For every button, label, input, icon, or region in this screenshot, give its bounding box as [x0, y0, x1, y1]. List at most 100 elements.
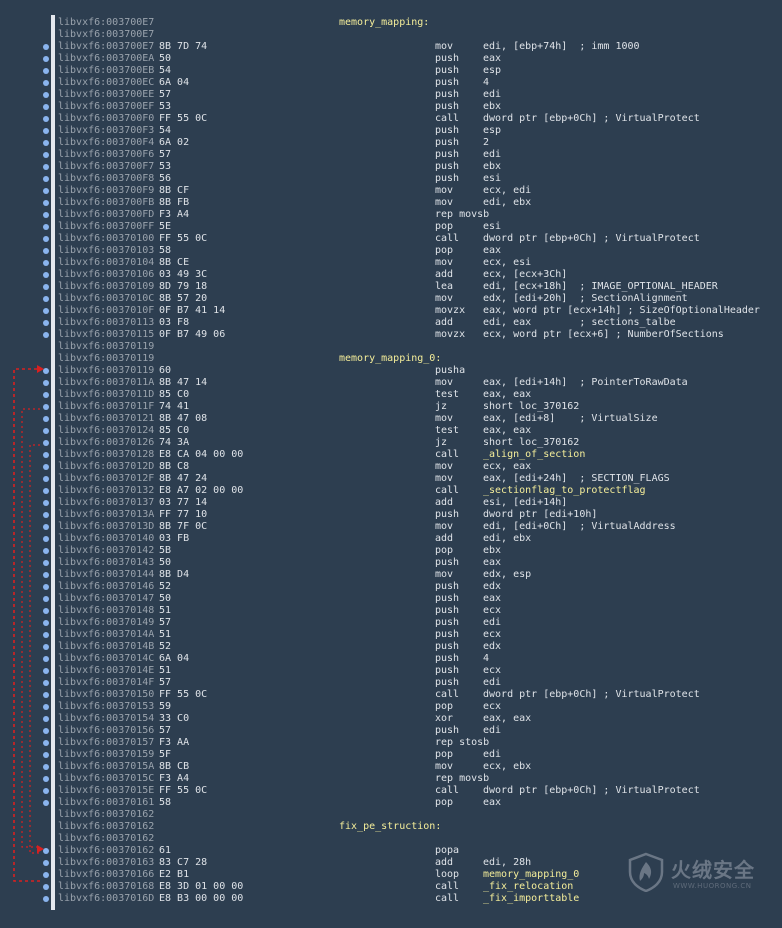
code-line[interactable]: libvxf6:003700EB 54 push esp — [0, 65, 782, 77]
breakpoint-dot-icon[interactable] — [43, 572, 49, 578]
code-line[interactable]: libvxf6:00370109 8D 79 18 lea edi, [ecx+18h… — [0, 281, 782, 293]
breakpoint-dot-icon[interactable] — [43, 212, 49, 218]
breakpoint-dot-icon[interactable] — [43, 392, 49, 398]
breakpoint-dot-icon[interactable] — [43, 224, 49, 230]
code-line[interactable]: libvxf6:00370162 — [0, 833, 782, 845]
breakpoint-dot-icon[interactable] — [43, 308, 49, 314]
breakpoint-dot-icon[interactable] — [43, 764, 49, 770]
code-line[interactable]: libvxf6:00370142 5B pop ebx — [0, 545, 782, 557]
code-line[interactable]: libvxf6:0037010F 0F B7 41 14 movzx eax, wor… — [0, 305, 782, 317]
breakpoint-dot-icon[interactable] — [43, 152, 49, 158]
breakpoint-dot-icon[interactable] — [43, 164, 49, 170]
code-line[interactable]: libvxf6:003700F9 8B CF mov ecx, edi — [0, 185, 782, 197]
breakpoint-dot-icon[interactable] — [43, 428, 49, 434]
breakpoint-dot-icon[interactable] — [43, 488, 49, 494]
code-line[interactable]: libvxf6:003700F3 54 push esp — [0, 125, 782, 137]
code-line[interactable]: libvxf6:0037010C 8B 57 20 mov edx, [edi+20h… — [0, 293, 782, 305]
code-line[interactable]: libvxf6:00370143 50 push eax — [0, 557, 782, 569]
breakpoint-dot-icon[interactable] — [43, 680, 49, 686]
code-line[interactable]: libvxf6:0037013D 8B 7F 0C mov edi, [edi+0Ch… — [0, 521, 782, 533]
breakpoint-dot-icon[interactable] — [43, 200, 49, 206]
breakpoint-dot-icon[interactable] — [43, 368, 49, 374]
breakpoint-dot-icon[interactable] — [43, 260, 49, 266]
code-line[interactable]: libvxf6:00370124 85 C0 test eax, eax — [0, 425, 782, 437]
code-line[interactable]: libvxf6:00370104 8B CE mov ecx, esi — [0, 257, 782, 269]
code-line[interactable]: libvxf6:0037014A 51 push ecx — [0, 629, 782, 641]
code-line[interactable]: libvxf6:003700E7 — [0, 29, 782, 41]
breakpoint-dot-icon[interactable] — [43, 512, 49, 518]
breakpoint-dot-icon[interactable] — [43, 44, 49, 50]
code-line[interactable]: libvxf6:003700FB 8B FB mov edi, ebx — [0, 197, 782, 209]
breakpoint-dot-icon[interactable] — [43, 788, 49, 794]
breakpoint-dot-icon[interactable] — [43, 332, 49, 338]
code-line[interactable]: libvxf6:003700F4 6A 02 push 2 — [0, 137, 782, 149]
code-line[interactable]: libvxf6:003700E7 memory_mapping: — [0, 17, 782, 29]
code-line[interactable]: libvxf6:0037014F 57 push edi — [0, 677, 782, 689]
breakpoint-dot-icon[interactable] — [43, 560, 49, 566]
breakpoint-dot-icon[interactable] — [43, 188, 49, 194]
breakpoint-dot-icon[interactable] — [43, 140, 49, 146]
breakpoint-dot-icon[interactable] — [43, 440, 49, 446]
breakpoint-dot-icon[interactable] — [43, 740, 49, 746]
breakpoint-dot-icon[interactable] — [43, 656, 49, 662]
breakpoint-dot-icon[interactable] — [43, 416, 49, 422]
breakpoint-dot-icon[interactable] — [43, 596, 49, 602]
code-line[interactable]: libvxf6:003700EC 6A 04 push 4 — [0, 77, 782, 89]
breakpoint-dot-icon[interactable] — [43, 68, 49, 74]
breakpoint-dot-icon[interactable] — [43, 452, 49, 458]
code-line[interactable]: libvxf6:003700F6 57 push edi — [0, 149, 782, 161]
breakpoint-dot-icon[interactable] — [43, 248, 49, 254]
breakpoint-dot-icon[interactable] — [43, 692, 49, 698]
breakpoint-dot-icon[interactable] — [43, 584, 49, 590]
code-line[interactable]: libvxf6:00370150 FF 55 0C call dword ptr [e… — [0, 689, 782, 701]
breakpoint-dot-icon[interactable] — [43, 860, 49, 866]
breakpoint-dot-icon[interactable] — [43, 116, 49, 122]
code-line[interactable]: libvxf6:00370132 E8 A7 02 00 00 call _secti… — [0, 485, 782, 497]
breakpoint-dot-icon[interactable] — [43, 728, 49, 734]
breakpoint-dot-icon[interactable] — [43, 704, 49, 710]
breakpoint-dot-icon[interactable] — [43, 320, 49, 326]
breakpoint-dot-icon[interactable] — [43, 128, 49, 134]
code-line[interactable]: libvxf6:00370157 F3 AA rep stosb — [0, 737, 782, 749]
code-line[interactable]: libvxf6:003700F8 56 push esi — [0, 173, 782, 185]
code-line[interactable]: libvxf6:003700F7 53 push ebx — [0, 161, 782, 173]
code-line[interactable]: libvxf6:0037013A FF 77 10 push dword ptr [e… — [0, 509, 782, 521]
line-label[interactable]: memory_mapping: — [339, 17, 429, 29]
code-line[interactable]: libvxf6:00370156 57 push edi — [0, 725, 782, 737]
breakpoint-dot-icon[interactable] — [43, 80, 49, 86]
code-line[interactable]: libvxf6:0037012D 8B C8 mov ecx, eax — [0, 461, 782, 473]
code-line[interactable]: libvxf6:003700FD F3 A4 rep movsb — [0, 209, 782, 221]
code-line[interactable]: libvxf6:00370106 03 49 3C add ecx, [ecx+3Ch… — [0, 269, 782, 281]
breakpoint-dot-icon[interactable] — [43, 752, 49, 758]
code-line[interactable]: libvxf6:003700E7 8B 7D 74 mov edi, [ebp+74h… — [0, 41, 782, 53]
code-line[interactable]: libvxf6:0037014E 51 push ecx — [0, 665, 782, 677]
code-line[interactable]: libvxf6:0037015C F3 A4 rep movsb — [0, 773, 782, 785]
code-line[interactable]: libvxf6:00370154 33 C0 xor eax, eax — [0, 713, 782, 725]
breakpoint-dot-icon[interactable] — [43, 644, 49, 650]
line-label[interactable]: memory_mapping_0: — [339, 353, 441, 365]
breakpoint-dot-icon[interactable] — [43, 104, 49, 110]
code-line[interactable]: libvxf6:00370126 74 3A jz short loc_370162 — [0, 437, 782, 449]
code-line[interactable]: libvxf6:00370103 58 pop eax — [0, 245, 782, 257]
breakpoint-dot-icon[interactable] — [43, 776, 49, 782]
breakpoint-dot-icon[interactable] — [43, 176, 49, 182]
code-line[interactable]: libvxf6:00370121 8B 47 08 mov eax, [edi+8] … — [0, 413, 782, 425]
code-line[interactable]: libvxf6:0037014C 6A 04 push 4 — [0, 653, 782, 665]
breakpoint-dot-icon[interactable] — [43, 716, 49, 722]
breakpoint-dot-icon[interactable] — [43, 896, 49, 902]
code-line[interactable]: libvxf6:00370100 FF 55 0C call dword ptr [e… — [0, 233, 782, 245]
breakpoint-dot-icon[interactable] — [43, 620, 49, 626]
breakpoint-dot-icon[interactable] — [43, 536, 49, 542]
breakpoint-dot-icon[interactable] — [43, 464, 49, 470]
breakpoint-dot-icon[interactable] — [43, 296, 49, 302]
code-line[interactable]: libvxf6:0037014B 52 push edx — [0, 641, 782, 653]
code-line[interactable]: libvxf6:0037015E FF 55 0C call dword ptr [e… — [0, 785, 782, 797]
code-line[interactable]: libvxf6:00370119 60 pusha — [0, 365, 782, 377]
code-line[interactable]: libvxf6:00370137 03 77 14 add esi, [edi+14h… — [0, 497, 782, 509]
code-line[interactable]: libvxf6:00370162 — [0, 809, 782, 821]
code-line[interactable]: libvxf6:00370159 5F pop edi — [0, 749, 782, 761]
breakpoint-dot-icon[interactable] — [43, 236, 49, 242]
code-line[interactable]: libvxf6:00370149 57 push edi — [0, 617, 782, 629]
breakpoint-dot-icon[interactable] — [43, 548, 49, 554]
breakpoint-dot-icon[interactable] — [43, 272, 49, 278]
